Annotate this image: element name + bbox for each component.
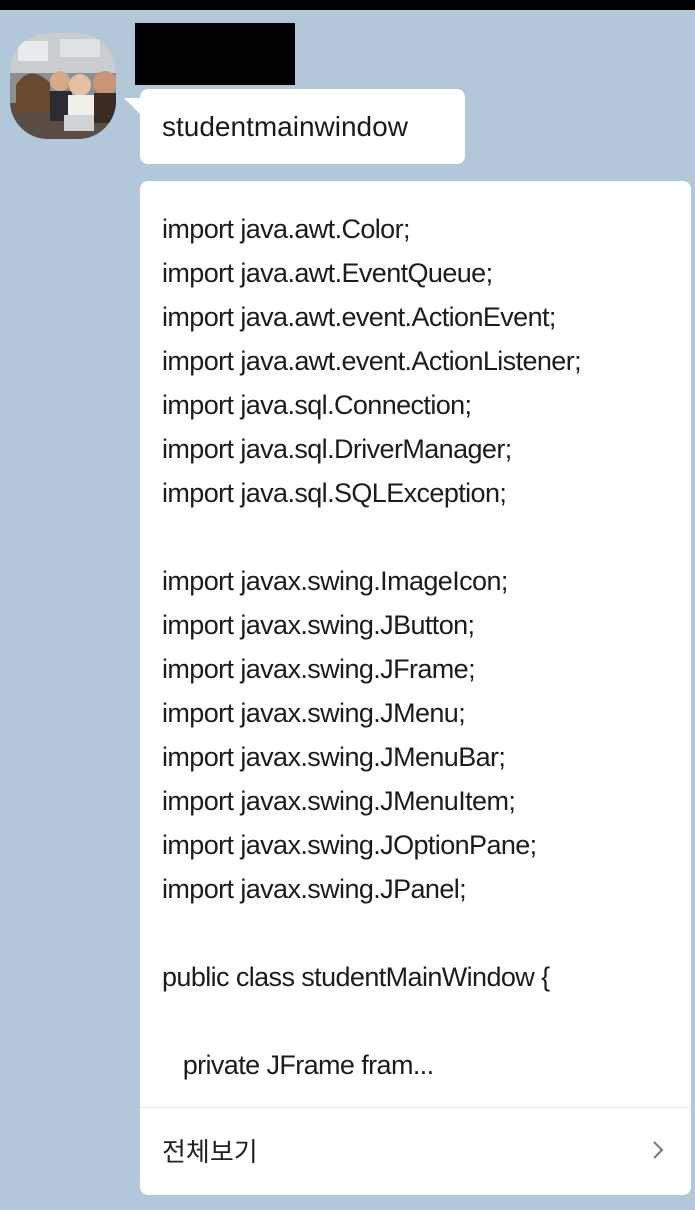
message-title-bubble[interactable]: studentmainwindow: [140, 89, 465, 164]
chevron-right-icon: [653, 1141, 664, 1159]
avatar-photo: [10, 33, 116, 139]
view-all-button[interactable]: 전체보기: [140, 1108, 691, 1195]
view-all-label: 전체보기: [162, 1138, 258, 1168]
sender-name-redacted: [135, 23, 295, 85]
sender-avatar[interactable]: [10, 33, 116, 139]
code-preview-bubble[interactable]: import java.awt.Color; import java.awt.E…: [140, 181, 691, 1195]
top-bar: [0, 0, 695, 10]
message-title-text: studentmainwindow: [162, 110, 408, 142]
code-preview-text: import java.awt.Color; import java.awt.E…: [162, 214, 582, 1080]
